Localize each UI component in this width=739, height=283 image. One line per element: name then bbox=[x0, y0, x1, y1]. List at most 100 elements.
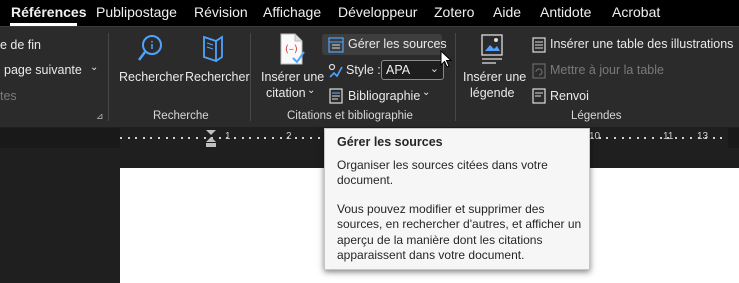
ribbon-tab-bar: Références Publipostage Révision Afficha… bbox=[0, 0, 739, 26]
tooltip-text: Vous pouvez modifier et supprimer des bbox=[337, 202, 545, 216]
chevron-down-icon: ⌄ bbox=[429, 63, 439, 75]
insert-table-of-figures-button[interactable]: Insérer une table des illustrations bbox=[550, 37, 733, 51]
ruler-tick bbox=[682, 137, 684, 139]
insert-caption-label-2[interactable]: légende bbox=[470, 86, 515, 100]
ruler-tick bbox=[310, 137, 312, 139]
ruler-tick bbox=[158, 137, 160, 139]
ruler-tick bbox=[660, 137, 662, 139]
partial-notes-button: tes bbox=[0, 89, 17, 103]
ruler-tick bbox=[675, 137, 677, 139]
ruler-tick bbox=[264, 137, 266, 139]
ruler-tick bbox=[219, 137, 221, 139]
tab-revision[interactable]: Révision bbox=[194, 4, 248, 20]
manage-sources-tooltip: Gérer les sources Organiser les sources … bbox=[324, 128, 590, 270]
chevron-down-icon[interactable]: ⌄ bbox=[90, 62, 98, 73]
group-separator bbox=[250, 33, 251, 121]
manage-sources-icon bbox=[328, 37, 344, 58]
partial-next-page-button[interactable]: page suivante bbox=[4, 63, 82, 77]
table-of-figures-icon bbox=[532, 37, 546, 58]
insert-citation-icon: (–) bbox=[278, 32, 306, 71]
ruler-number: 13 bbox=[697, 131, 709, 142]
cross-reference-icon bbox=[532, 88, 546, 109]
ruler-tick bbox=[249, 137, 251, 139]
ruler-margin-area bbox=[0, 128, 120, 148]
tab-acrobat[interactable]: Acrobat bbox=[612, 4, 660, 20]
insert-citation-label[interactable]: Insérer une bbox=[261, 70, 324, 84]
ruler-tick bbox=[629, 137, 631, 139]
style-select[interactable]: APA ⌄ bbox=[381, 60, 444, 80]
group-label-legendes: Légendes bbox=[571, 110, 622, 122]
update-table-icon bbox=[532, 63, 546, 84]
chevron-down-icon[interactable]: ⌄ bbox=[422, 87, 430, 98]
ruler-number: 11 bbox=[663, 131, 674, 142]
update-table-button: Mettre à jour la table bbox=[550, 63, 664, 77]
chevron-down-icon[interactable]: ⌄ bbox=[307, 85, 315, 96]
ruler-tick bbox=[652, 137, 654, 139]
ruler-tick bbox=[135, 137, 137, 139]
ruler-tick bbox=[720, 137, 722, 139]
tab-developpeur[interactable]: Développeur bbox=[338, 4, 417, 20]
bibliography-button[interactable]: Bibliographie bbox=[348, 89, 420, 103]
svg-text:(–): (–) bbox=[285, 44, 298, 55]
ruler-tick bbox=[614, 137, 616, 139]
style-select-value: APA bbox=[386, 63, 411, 77]
tab-aide[interactable]: Aide bbox=[493, 4, 521, 20]
tooltip-text: sources, en rechercher d'autres, et affi… bbox=[337, 217, 582, 231]
ruler-tick bbox=[257, 137, 259, 139]
group-label-recherche: Recherche bbox=[153, 110, 209, 122]
ruler-tick bbox=[302, 137, 304, 139]
ribbon-panel: e de fin page suivante ⌄ tes ⊿ Recherche… bbox=[0, 26, 739, 127]
ruler-tick bbox=[690, 137, 692, 139]
ruler-tick bbox=[272, 137, 274, 139]
group-label-citations: Citations et bibliographie bbox=[287, 110, 413, 122]
ruler-tick bbox=[188, 137, 190, 139]
partial-endnote-button[interactable]: e de fin bbox=[0, 38, 41, 52]
ruler-number: 1 bbox=[225, 131, 231, 142]
ruler-tick bbox=[166, 137, 168, 139]
style-icon bbox=[328, 63, 344, 84]
tooltip-text: Organiser les sources citées dans votre bbox=[337, 158, 548, 172]
ruler-tick bbox=[181, 137, 183, 139]
manage-sources-button[interactable]: Gérer les sources bbox=[348, 37, 447, 51]
insert-citation-label-2[interactable]: citation bbox=[266, 86, 306, 100]
tab-references[interactable]: Références bbox=[11, 4, 87, 20]
researcher-book-icon bbox=[198, 33, 228, 70]
ruler-tick bbox=[295, 137, 297, 139]
ruler-tick bbox=[606, 137, 608, 139]
ruler-number: 2 bbox=[286, 131, 292, 142]
ruler-tick bbox=[713, 137, 715, 139]
tab-antidote[interactable]: Antidote bbox=[540, 4, 591, 20]
style-label: Style : bbox=[346, 63, 381, 77]
ruler-tick bbox=[173, 137, 175, 139]
ruler-tick bbox=[128, 137, 130, 139]
ruler-tick bbox=[196, 137, 198, 139]
rechercher-researcher-button[interactable]: Rechercher bbox=[185, 70, 250, 84]
tooltip-text: aperçu de la manière dont les citations bbox=[337, 233, 543, 247]
ruler-right-margin bbox=[728, 128, 739, 148]
ruler-tick bbox=[318, 137, 320, 139]
tooltip-text: apparaissent dans votre document. bbox=[337, 248, 525, 262]
tooltip-text: document. bbox=[337, 173, 394, 187]
insert-caption-icon bbox=[478, 33, 506, 70]
dialog-launcher-icon[interactable]: ⊿ bbox=[96, 111, 104, 122]
search-icon bbox=[135, 33, 167, 70]
tab-publipostage[interactable]: Publipostage bbox=[96, 4, 177, 20]
insert-caption-label[interactable]: Insérer une bbox=[463, 70, 526, 84]
cross-reference-button[interactable]: Renvoi bbox=[550, 89, 589, 103]
group-separator bbox=[108, 33, 109, 121]
ruler-tick bbox=[143, 137, 145, 139]
ruler-tick bbox=[644, 137, 646, 139]
tab-affichage[interactable]: Affichage bbox=[263, 4, 321, 20]
ruler-number: 10 bbox=[589, 131, 601, 142]
tooltip-title: Gérer les sources bbox=[337, 135, 443, 149]
ruler-tick bbox=[150, 137, 152, 139]
ruler-tick bbox=[637, 137, 639, 139]
rechercher-button[interactable]: Rechercher bbox=[119, 70, 184, 84]
ruler-tick bbox=[234, 137, 236, 139]
tab-zotero[interactable]: Zotero bbox=[434, 4, 474, 20]
group-separator bbox=[455, 33, 456, 121]
mouse-pointer-icon bbox=[440, 49, 453, 73]
bibliography-icon bbox=[328, 88, 344, 109]
ruler-tick bbox=[242, 137, 244, 139]
ruler-tick bbox=[622, 137, 624, 139]
